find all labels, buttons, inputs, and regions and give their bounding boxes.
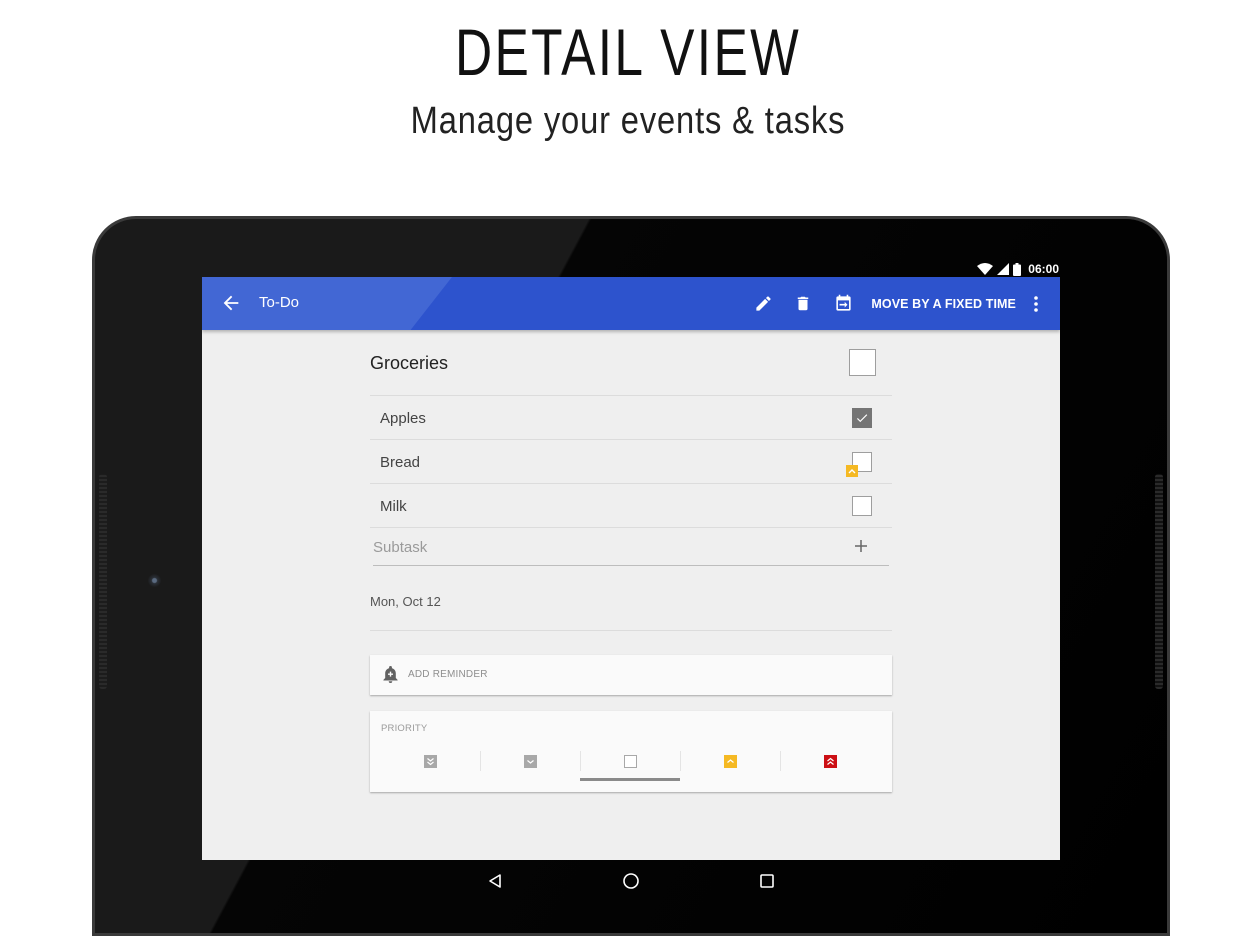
- recents-square-icon: [760, 874, 774, 888]
- subtask-item: Milk: [370, 484, 892, 528]
- double-chevron-down-icon: [423, 754, 437, 768]
- pencil-icon: [756, 296, 771, 311]
- speaker-grille-right: [1155, 474, 1163, 689]
- subtask-item: Apples: [370, 396, 892, 440]
- subtask-label[interactable]: Milk: [380, 498, 407, 515]
- wifi-icon: [977, 263, 994, 275]
- move-to-date-button[interactable]: [823, 284, 863, 324]
- chevron-down-icon: [523, 754, 537, 768]
- double-chevron-up-icon: [823, 754, 837, 768]
- chevron-up-icon: [723, 754, 737, 768]
- app-screen: To-Do MOVE BY A FIXED TIME Groceries App…: [202, 277, 1060, 860]
- back-triangle-icon: [489, 874, 501, 888]
- checkmark-icon: [856, 414, 868, 423]
- plus-icon: [855, 540, 867, 552]
- promo-subtitle: Manage your events & tasks: [410, 100, 846, 142]
- app-bar: To-Do MOVE BY A FIXED TIME: [202, 277, 1060, 330]
- subtask-label[interactable]: Bread: [380, 454, 420, 471]
- task-header: Groceries: [370, 330, 892, 396]
- priority-option-normal[interactable]: [580, 749, 680, 781]
- priority-option-high[interactable]: [680, 749, 780, 773]
- date-row: Mon, Oct 12: [370, 566, 892, 631]
- nav-back-button[interactable]: [483, 869, 507, 893]
- priority-card: PRIORITY: [370, 711, 892, 792]
- tablet-frame: 06:00 To-Do MOVE BY A FIXED TIME Groceri…: [92, 216, 1170, 936]
- clock: 06:00: [1028, 262, 1059, 276]
- priority-selector: [380, 749, 880, 782]
- subtask-input[interactable]: [373, 534, 833, 560]
- nav-home-button[interactable]: [619, 869, 643, 893]
- subtask-checkbox-checked[interactable]: [852, 408, 872, 428]
- priority-option-highest[interactable]: [780, 749, 880, 773]
- delete-button[interactable]: [783, 284, 823, 324]
- priority-option-low[interactable]: [480, 749, 580, 773]
- overflow-menu-button[interactable]: [1026, 284, 1046, 324]
- priority-label: PRIORITY: [381, 723, 428, 734]
- add-reminder-button[interactable]: ADD REMINDER: [370, 655, 892, 695]
- new-subtask-row: [373, 528, 889, 566]
- promo-title: DETAIL VIEW: [454, 15, 802, 89]
- add-subtask-button[interactable]: [853, 538, 869, 554]
- back-button[interactable]: [220, 292, 242, 314]
- app-bar-actions: MOVE BY A FIXED TIME: [743, 277, 1046, 330]
- app-bar-title: To-Do: [259, 294, 300, 311]
- bell-plus-icon: [382, 665, 399, 689]
- trash-icon: [798, 296, 809, 311]
- task-date[interactable]: Mon, Oct 12: [370, 594, 441, 609]
- square-outline-icon: [623, 754, 637, 768]
- battery-icon: [1013, 262, 1022, 276]
- move-by-fixed-time-button[interactable]: MOVE BY A FIXED TIME: [871, 297, 1016, 311]
- calendar-move-icon: [836, 294, 851, 311]
- priority-option-lowest[interactable]: [380, 749, 480, 773]
- add-reminder-label: ADD REMINDER: [408, 669, 488, 680]
- task-complete-checkbox[interactable]: [849, 349, 876, 376]
- task-title[interactable]: Groceries: [370, 353, 448, 374]
- more-vert-icon: [1034, 295, 1038, 312]
- nav-recents-button[interactable]: [755, 869, 779, 893]
- front-camera: [148, 574, 161, 587]
- edit-button[interactable]: [743, 284, 783, 324]
- signal-icon: [997, 263, 1010, 275]
- subtask-item: Bread: [370, 440, 892, 484]
- subtask-checkbox[interactable]: [852, 496, 872, 516]
- high-priority-flag-icon: [846, 465, 858, 477]
- speaker-grille-left: [99, 474, 107, 689]
- task-detail: Groceries Apples Bread Milk Subtask Mon,…: [370, 330, 892, 792]
- home-circle-icon: [623, 873, 639, 889]
- system-nav-bar: [202, 860, 1060, 902]
- arrow-left-icon: [223, 295, 239, 311]
- subtask-label[interactable]: Apples: [380, 410, 426, 427]
